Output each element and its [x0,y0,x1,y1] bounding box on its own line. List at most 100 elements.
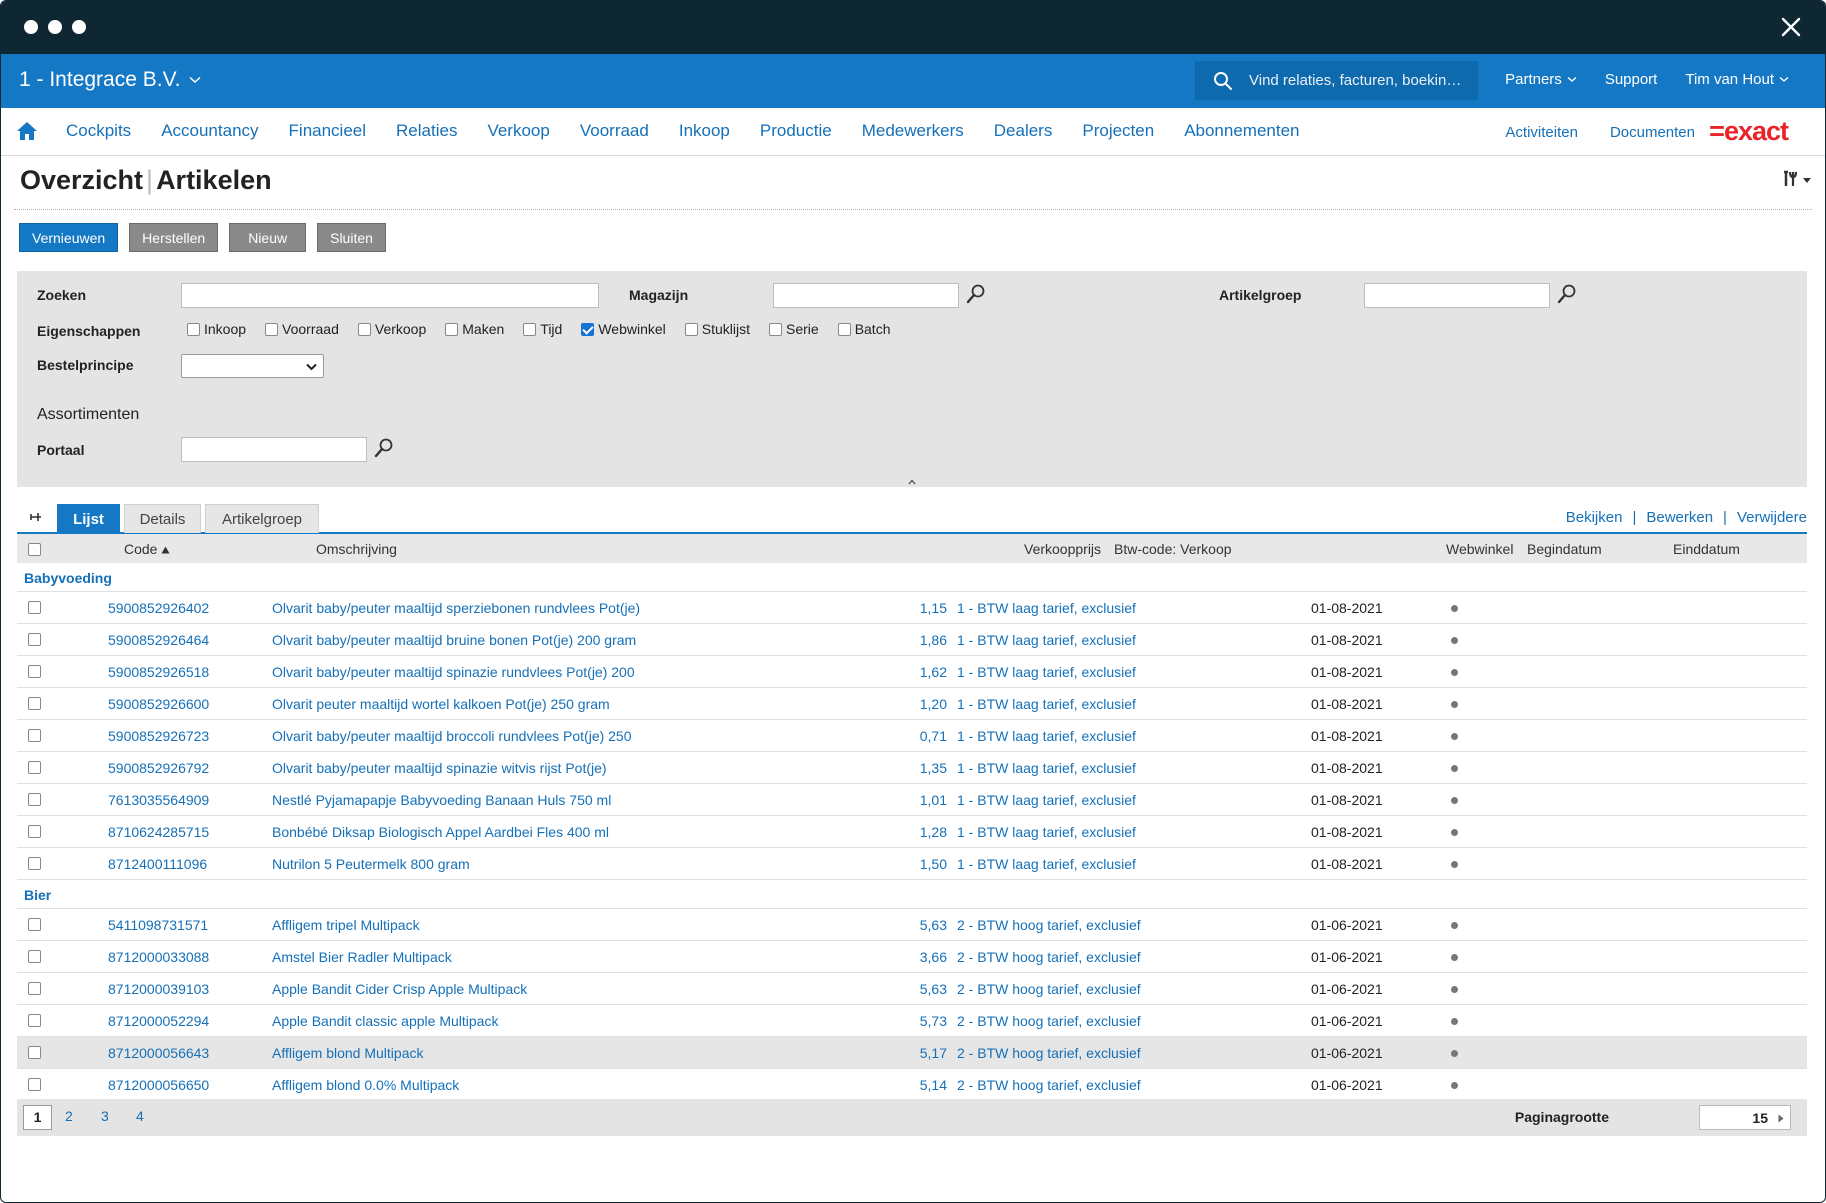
item-code[interactable]: 8710624285715 [108,824,209,840]
documenten-link[interactable]: Documenten [1610,124,1695,141]
item-price[interactable]: 5,63 [920,917,947,933]
table-row[interactable]: 7613035564909 Nestlé Pyjamapapje Babyvoed… [17,784,1807,816]
magazijn-input[interactable] [773,283,959,308]
item-vat-code[interactable]: 2 - BTW hoog tarief, exclusief [957,917,1141,933]
table-row[interactable]: 8712000033088 Amstel Bier Radler Multipac… [17,941,1807,973]
row-checkbox[interactable] [28,1046,41,1059]
table-row[interactable]: 8712400111096 Nutrilon 5 Peutermelk 800 g… [17,848,1807,880]
portaal-input[interactable] [181,437,367,462]
window-dot-1[interactable] [24,20,38,34]
item-code[interactable]: 8712400111096 [108,856,207,872]
bekijken-link[interactable]: Bekijken [1566,509,1623,526]
item-price[interactable]: 5,14 [920,1077,947,1093]
company-selector[interactable]: 1 - Integrace B.V. [19,68,201,92]
checkbox-stuklijst[interactable]: Stuklijst [684,321,750,337]
checkbox-webwinkel[interactable]: Webwinkel [581,321,666,337]
item-vat-code[interactable]: 1 - BTW laag tarief, exclusief [957,824,1136,840]
row-checkbox[interactable] [28,857,41,870]
item-price[interactable]: 5,73 [920,1013,947,1029]
page-link-3[interactable]: 3 [101,1108,109,1124]
tab-artikelgroep[interactable]: Artikelgroep [205,504,319,533]
zoeken-input[interactable] [181,283,599,308]
row-checkbox[interactable] [28,1014,41,1027]
checkbox-box[interactable] [684,322,698,336]
nav-item-financieel[interactable]: Financieel [289,121,367,141]
table-row[interactable]: 5900852926518 Olvarit baby/peuter maaltij… [17,656,1807,688]
item-description[interactable]: Apple Bandit Cider Crisp Apple Multipack [272,981,527,997]
nav-item-projecten[interactable]: Projecten [1082,121,1154,141]
activiteiten-link[interactable]: Activiteiten [1505,124,1578,141]
checkbox-verkoop[interactable]: Verkoop [357,321,426,337]
checkbox-inkoop[interactable]: Inkoop [187,321,246,337]
header-einddatum[interactable]: Einddatum [1673,541,1740,557]
nav-item-abonnementen[interactable]: Abonnementen [1184,121,1299,141]
item-description[interactable]: Bonbébé Diksap Biologisch Appel Aardbei … [272,824,609,840]
item-code[interactable]: 5900852926464 [108,632,209,648]
verwijderen-link[interactable]: Verwijdere [1737,509,1807,526]
item-description[interactable]: Affligem blond Multipack [272,1045,423,1061]
checkbox-box[interactable] [581,322,595,336]
nav-item-voorraad[interactable]: Voorraad [580,121,649,141]
item-price[interactable]: 0,71 [920,728,947,744]
header-btw[interactable]: Btw-code: Verkoop [1114,541,1232,557]
tab-lijst[interactable]: Lijst [57,504,120,533]
checkbox-tijd[interactable]: Tijd [523,321,562,337]
nav-item-cockpits[interactable]: Cockpits [66,121,131,141]
table-row[interactable]: 5900852926600 Olvarit peuter maaltijd wor… [17,688,1807,720]
checkbox-maken[interactable]: Maken [445,321,504,337]
window-dot-3[interactable] [72,20,86,34]
item-description[interactable]: Affligem blond 0.0% Multipack [272,1077,459,1093]
item-price[interactable]: 1,15 [920,600,947,616]
vernieuwen-button[interactable]: Vernieuwen [19,223,119,252]
item-description[interactable]: Amstel Bier Radler Multipack [272,949,452,965]
nav-item-dealers[interactable]: Dealers [994,121,1053,141]
nav-item-verkoop[interactable]: Verkoop [487,121,549,141]
checkbox-box[interactable] [837,322,851,336]
nieuw-button[interactable]: Nieuw [229,223,307,252]
item-description[interactable]: Olvarit peuter maaltijd wortel kalkoen P… [272,696,610,712]
checkbox-batch[interactable]: Batch [837,321,891,337]
table-row[interactable]: 5900852926723 Olvarit baby/peuter maaltij… [17,720,1807,752]
lookup-icon[interactable] [1556,283,1578,305]
item-code[interactable]: 8712000056643 [108,1045,209,1061]
select-all-checkbox[interactable] [28,543,41,556]
row-checkbox[interactable] [28,729,41,742]
item-price[interactable]: 5,17 [920,1045,947,1061]
item-vat-code[interactable]: 1 - BTW laag tarief, exclusief [957,792,1136,808]
page-link-2[interactable]: 2 [65,1108,73,1124]
row-checkbox[interactable] [28,633,41,646]
tab-details[interactable]: Details [124,504,201,533]
row-checkbox[interactable] [28,1078,41,1091]
close-icon[interactable] [1779,15,1803,39]
window-dot-2[interactable] [48,20,62,34]
header-webwinkel[interactable]: Webwinkel [1446,541,1513,557]
nav-item-accountancy[interactable]: Accountancy [161,121,258,141]
item-vat-code[interactable]: 2 - BTW hoog tarief, exclusief [957,949,1141,965]
collapse-filter-toggle[interactable] [17,479,1807,487]
checkbox-box[interactable] [187,322,200,336]
item-description[interactable]: Apple Bandit classic apple Multipack [272,1013,498,1029]
item-price[interactable]: 1,86 [920,632,947,648]
page-link-4[interactable]: 4 [136,1108,144,1124]
row-checkbox[interactable] [28,761,41,774]
search-input[interactable] [1249,72,1469,89]
item-description[interactable]: Olvarit baby/peuter maaltijd bruine bone… [272,632,636,648]
item-description[interactable]: Olvarit baby/peuter maaltijd spinazie wi… [272,760,607,776]
item-vat-code[interactable]: 2 - BTW hoog tarief, exclusief [957,1077,1141,1093]
home-icon[interactable] [16,120,38,142]
chevron-right-icon[interactable] [1778,1114,1784,1123]
item-code[interactable]: 8712000039103 [108,981,209,997]
search-icon[interactable] [1213,71,1233,91]
table-row[interactable]: 5411098731571 Affligem tripel Multipack 5,… [17,909,1807,941]
row-checkbox[interactable] [28,982,41,995]
item-vat-code[interactable]: 2 - BTW hoog tarief, exclusief [957,1013,1141,1029]
item-vat-code[interactable]: 2 - BTW hoog tarief, exclusief [957,1045,1141,1061]
item-price[interactable]: 3,66 [920,949,947,965]
item-description[interactable]: Nestlé Pyjamapapje Babyvoeding Banaan Hu… [272,792,611,808]
item-description[interactable]: Olvarit baby/peuter maaltijd spinazie ru… [272,664,635,680]
header-omschrijving[interactable]: Omschrijving [316,541,397,557]
page-size-input[interactable]: 15 [1699,1105,1791,1130]
item-price[interactable]: 1,35 [920,760,947,776]
item-description[interactable]: Affligem tripel Multipack [272,917,420,933]
item-code[interactable]: 8712000052294 [108,1013,209,1029]
